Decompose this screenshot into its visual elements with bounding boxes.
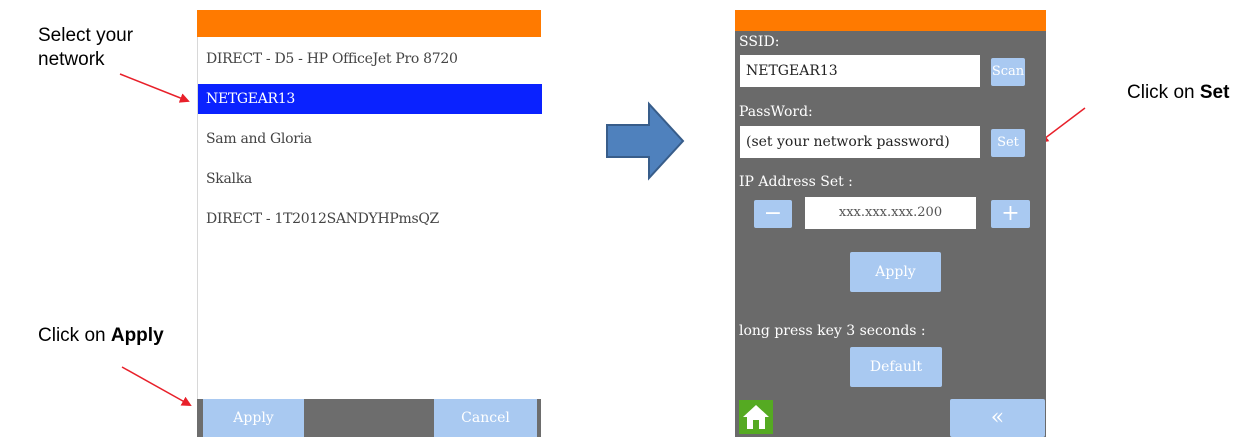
click-apply-annotation: Click on Apply bbox=[38, 324, 164, 348]
ssid-field[interactable]: NETGEAR13 bbox=[740, 55, 980, 87]
set-button[interactable]: Set bbox=[991, 129, 1025, 157]
select-network-text: Select your network bbox=[38, 25, 134, 70]
click-set-prefix: Click on bbox=[1127, 82, 1200, 103]
left-bottom-bar: Apply Cancel bbox=[197, 399, 541, 437]
click-apply-bold: Apply bbox=[110, 325, 164, 346]
right-top-bar bbox=[735, 10, 1046, 31]
ip-decrement-button[interactable]: − bbox=[754, 200, 792, 228]
annotation-arrows bbox=[119, 73, 1086, 406]
click-apply-prefix: Click on bbox=[38, 325, 111, 346]
network-item[interactable]: DIRECT - 1T2012SANDYHPmsQZ bbox=[198, 204, 542, 234]
wifi-settings-screen: SSID: NETGEAR13 Scan PassWord: (set your… bbox=[735, 10, 1046, 437]
password-field[interactable]: (set your network password) bbox=[740, 126, 980, 158]
password-label: PassWord: bbox=[739, 104, 813, 120]
right-arrow-icon bbox=[606, 101, 685, 181]
network-list-screen: DIRECT - D5 - HP OfficeJet Pro 8720 NETG… bbox=[197, 10, 542, 437]
network-item-selected[interactable]: NETGEAR13 bbox=[198, 84, 542, 114]
ip-address-field[interactable]: xxx.xxx.xxx.200 bbox=[805, 197, 976, 229]
ip-address-label: IP Address Set : bbox=[739, 174, 853, 190]
home-icon bbox=[743, 405, 769, 429]
cancel-button[interactable]: Cancel bbox=[434, 399, 537, 437]
left-top-bar bbox=[197, 10, 541, 37]
apply-button[interactable]: Apply bbox=[850, 252, 941, 292]
default-button[interactable]: Default bbox=[850, 347, 942, 387]
ssid-label: SSID: bbox=[739, 34, 780, 50]
home-button[interactable] bbox=[739, 400, 773, 434]
scan-button[interactable]: Scan bbox=[991, 58, 1025, 86]
arrow-to-network bbox=[119, 73, 190, 103]
network-item[interactable]: Sam and Gloria bbox=[198, 124, 542, 154]
apply-button[interactable]: Apply bbox=[203, 399, 304, 437]
back-button[interactable]: « bbox=[950, 399, 1045, 437]
arrow-to-set bbox=[1038, 107, 1086, 144]
network-list[interactable]: DIRECT - D5 - HP OfficeJet Pro 8720 NETG… bbox=[197, 37, 542, 399]
select-network-annotation: Select your network bbox=[38, 24, 153, 72]
network-item[interactable]: DIRECT - D5 - HP OfficeJet Pro 8720 bbox=[198, 44, 542, 74]
long-press-label: long press key 3 seconds : bbox=[739, 323, 926, 339]
arrow-to-apply bbox=[121, 366, 192, 406]
click-set-annotation: Click on Set bbox=[1127, 81, 1229, 105]
network-item[interactable]: Skalka bbox=[198, 164, 542, 194]
ip-increment-button[interactable]: + bbox=[991, 200, 1030, 228]
click-set-bold: Set bbox=[1199, 82, 1230, 103]
